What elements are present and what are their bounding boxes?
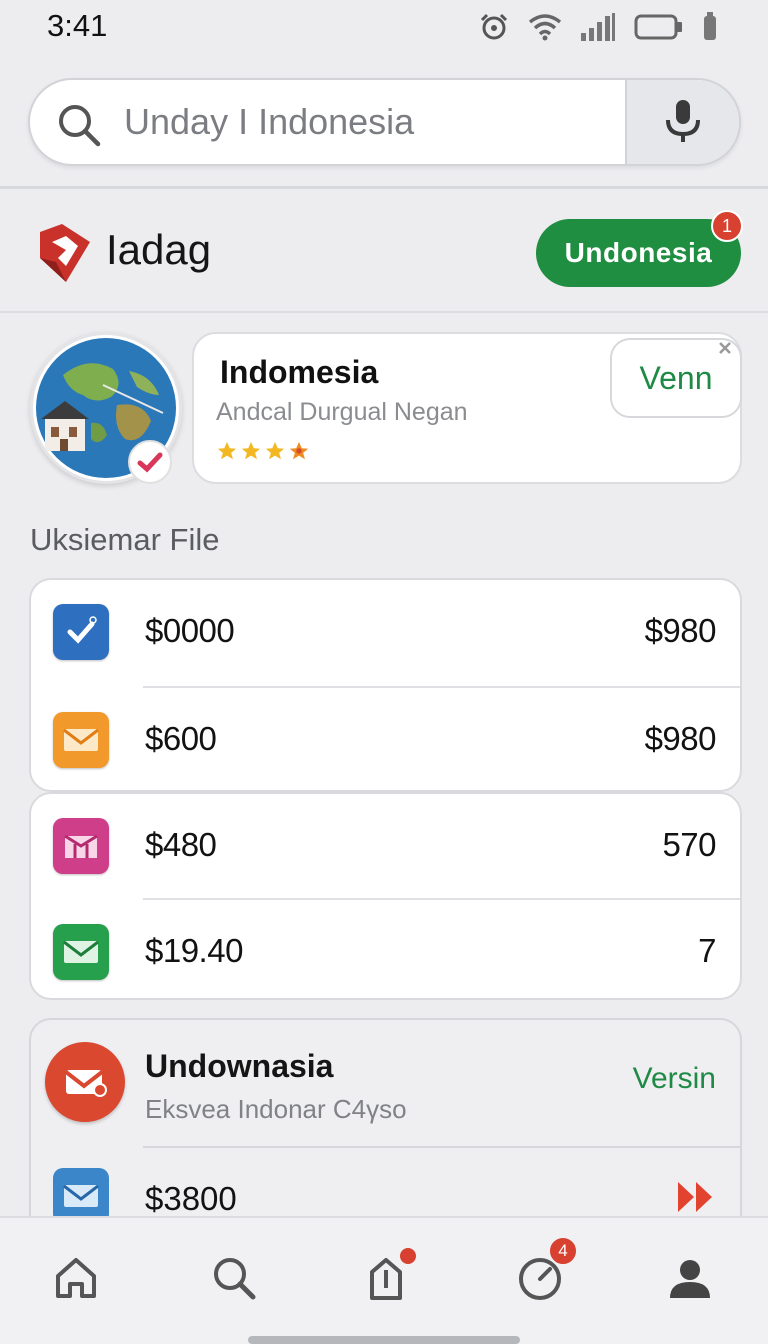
notification-badge: 4 xyxy=(548,1236,578,1266)
star-icon xyxy=(217,441,237,460)
list-item[interactable]: $480 570 xyxy=(31,794,740,900)
search-icon[interactable] xyxy=(56,102,102,153)
inbox-icon xyxy=(53,818,109,874)
fast-forward-icon[interactable] xyxy=(676,1180,716,1219)
star-icon xyxy=(265,441,285,460)
status-bar: 3:41 xyxy=(0,0,768,52)
alarm-icon xyxy=(478,12,510,42)
microphone-icon[interactable] xyxy=(661,98,705,149)
list-card: $0000 $980 $600 $980 xyxy=(29,578,742,792)
nav-profile[interactable] xyxy=(658,1248,722,1312)
row-label: $19.40 xyxy=(145,932,243,969)
list-item[interactable]: $600 $980 xyxy=(31,688,740,790)
star-icon xyxy=(241,441,261,460)
verified-badge-icon xyxy=(128,440,172,484)
list-item[interactable]: $0000 $980 xyxy=(31,580,740,686)
mail-icon xyxy=(53,924,109,980)
header-divider xyxy=(0,186,768,189)
home-indicator[interactable] xyxy=(248,1336,520,1344)
search-bar[interactable] xyxy=(28,78,741,166)
list-card: $480 570 $19.40 7 xyxy=(29,792,742,1000)
status-icons xyxy=(478,12,718,42)
profile-subtitle: Andcal Durgual Negan xyxy=(216,398,468,426)
nav-search[interactable] xyxy=(202,1248,266,1312)
section-title: Uksiemar File xyxy=(30,522,220,557)
row-label: $0000 xyxy=(145,612,235,649)
brand-divider xyxy=(0,311,768,313)
signal-icon xyxy=(580,13,616,41)
status-time: 3:41 xyxy=(47,8,108,43)
message-action-link[interactable]: Versin xyxy=(633,1062,716,1096)
message-divider xyxy=(143,1146,740,1148)
profile-card[interactable]: Indomesia Andcal Durgual Negan Venn xyxy=(192,332,742,484)
row-value: 570 xyxy=(662,826,716,863)
message-subtitle: Eksvea Indonar C4γso xyxy=(145,1094,407,1124)
notification-icon xyxy=(702,12,718,42)
battery-icon xyxy=(634,14,684,40)
nav-home[interactable] xyxy=(44,1248,108,1312)
list-item[interactable]: $19.40 7 xyxy=(31,900,740,998)
mail-avatar-icon xyxy=(45,1042,125,1122)
row-value: $980 xyxy=(644,720,717,757)
profile-name: Indomesia xyxy=(220,354,379,390)
row-label: $480 xyxy=(145,826,217,863)
microphone-button[interactable] xyxy=(625,80,739,164)
bottom-nav: 4 xyxy=(0,1216,768,1344)
row-value: 7 xyxy=(698,932,716,969)
close-icon[interactable] xyxy=(710,334,740,362)
nav-timer[interactable]: 4 xyxy=(508,1236,578,1312)
brand-logo-icon[interactable] xyxy=(36,222,94,291)
brand-name: Iadag xyxy=(106,226,212,273)
region-button[interactable]: Undonesia xyxy=(536,219,741,287)
home-icon[interactable] xyxy=(52,1254,100,1307)
message-title: Undownasia xyxy=(145,1048,334,1084)
search-input[interactable] xyxy=(124,80,624,164)
star-icon xyxy=(289,441,309,460)
mail-icon xyxy=(53,712,109,768)
profile-icon[interactable] xyxy=(666,1254,714,1307)
nav-share[interactable] xyxy=(354,1248,418,1312)
checkbox-icon xyxy=(53,604,109,660)
notification-badge: 1 xyxy=(711,210,743,242)
notification-dot xyxy=(400,1248,416,1264)
row-value: $980 xyxy=(644,612,717,649)
wifi-icon xyxy=(528,13,562,41)
message-row-label: $3800 xyxy=(145,1180,237,1217)
search-icon[interactable] xyxy=(210,1254,258,1307)
rating-stars xyxy=(216,440,310,462)
row-label: $600 xyxy=(145,720,217,757)
